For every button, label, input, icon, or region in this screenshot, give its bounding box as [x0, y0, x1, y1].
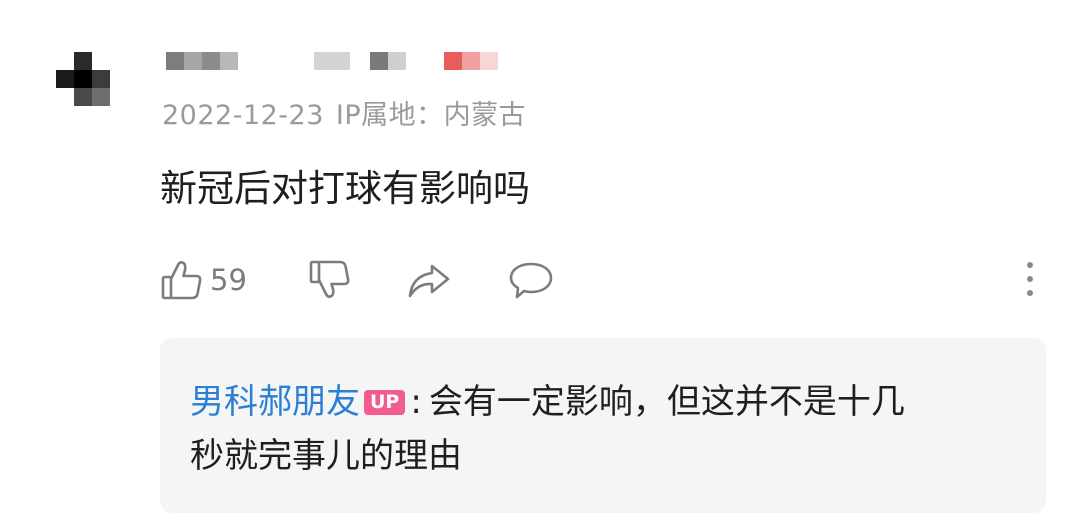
avatar[interactable] [56, 52, 112, 108]
comment-action-bar: 59 [160, 256, 1060, 304]
comment-meta: 2022-12-23 IP属地：内蒙古 [162, 93, 538, 132]
username[interactable] [166, 52, 506, 72]
comment-content: 新冠后对打球有影响吗 [160, 167, 530, 210]
speech-bubble-icon [508, 258, 554, 302]
more-options-button[interactable] [1022, 258, 1038, 302]
reply-text-1: 会有一定影响，但这并不是十几 [428, 382, 905, 422]
share-button[interactable] [406, 256, 452, 304]
ip-location: IP属地：内蒙古 [335, 100, 527, 131]
thumbs-down-icon [308, 258, 352, 302]
like-button[interactable]: 59 [160, 256, 247, 304]
reply-line-2: 秒就完事儿的理由 [190, 428, 462, 477]
reply-line-1: 男科郝朋友 UP: 会有一定影响，但这并不是十几 [190, 374, 905, 423]
up-badge: UP [364, 390, 406, 415]
reply-button[interactable] [508, 256, 554, 304]
share-arrow-icon [406, 258, 452, 302]
comment-date: 2022-12-23 [162, 100, 324, 131]
reply-separator: : [410, 382, 422, 422]
reply-author-link[interactable]: 男科郝朋友 [190, 382, 360, 422]
dislike-button[interactable] [308, 256, 352, 304]
like-count: 59 [210, 263, 247, 297]
reply-preview[interactable]: 男科郝朋友 UP: 会有一定影响，但这并不是十几 秒就完事儿的理由 [160, 338, 1046, 513]
reply-text-2: 秒就完事儿的理由 [190, 436, 462, 476]
vertical-ellipsis-icon [1022, 262, 1038, 296]
thumbs-up-icon [160, 258, 204, 302]
